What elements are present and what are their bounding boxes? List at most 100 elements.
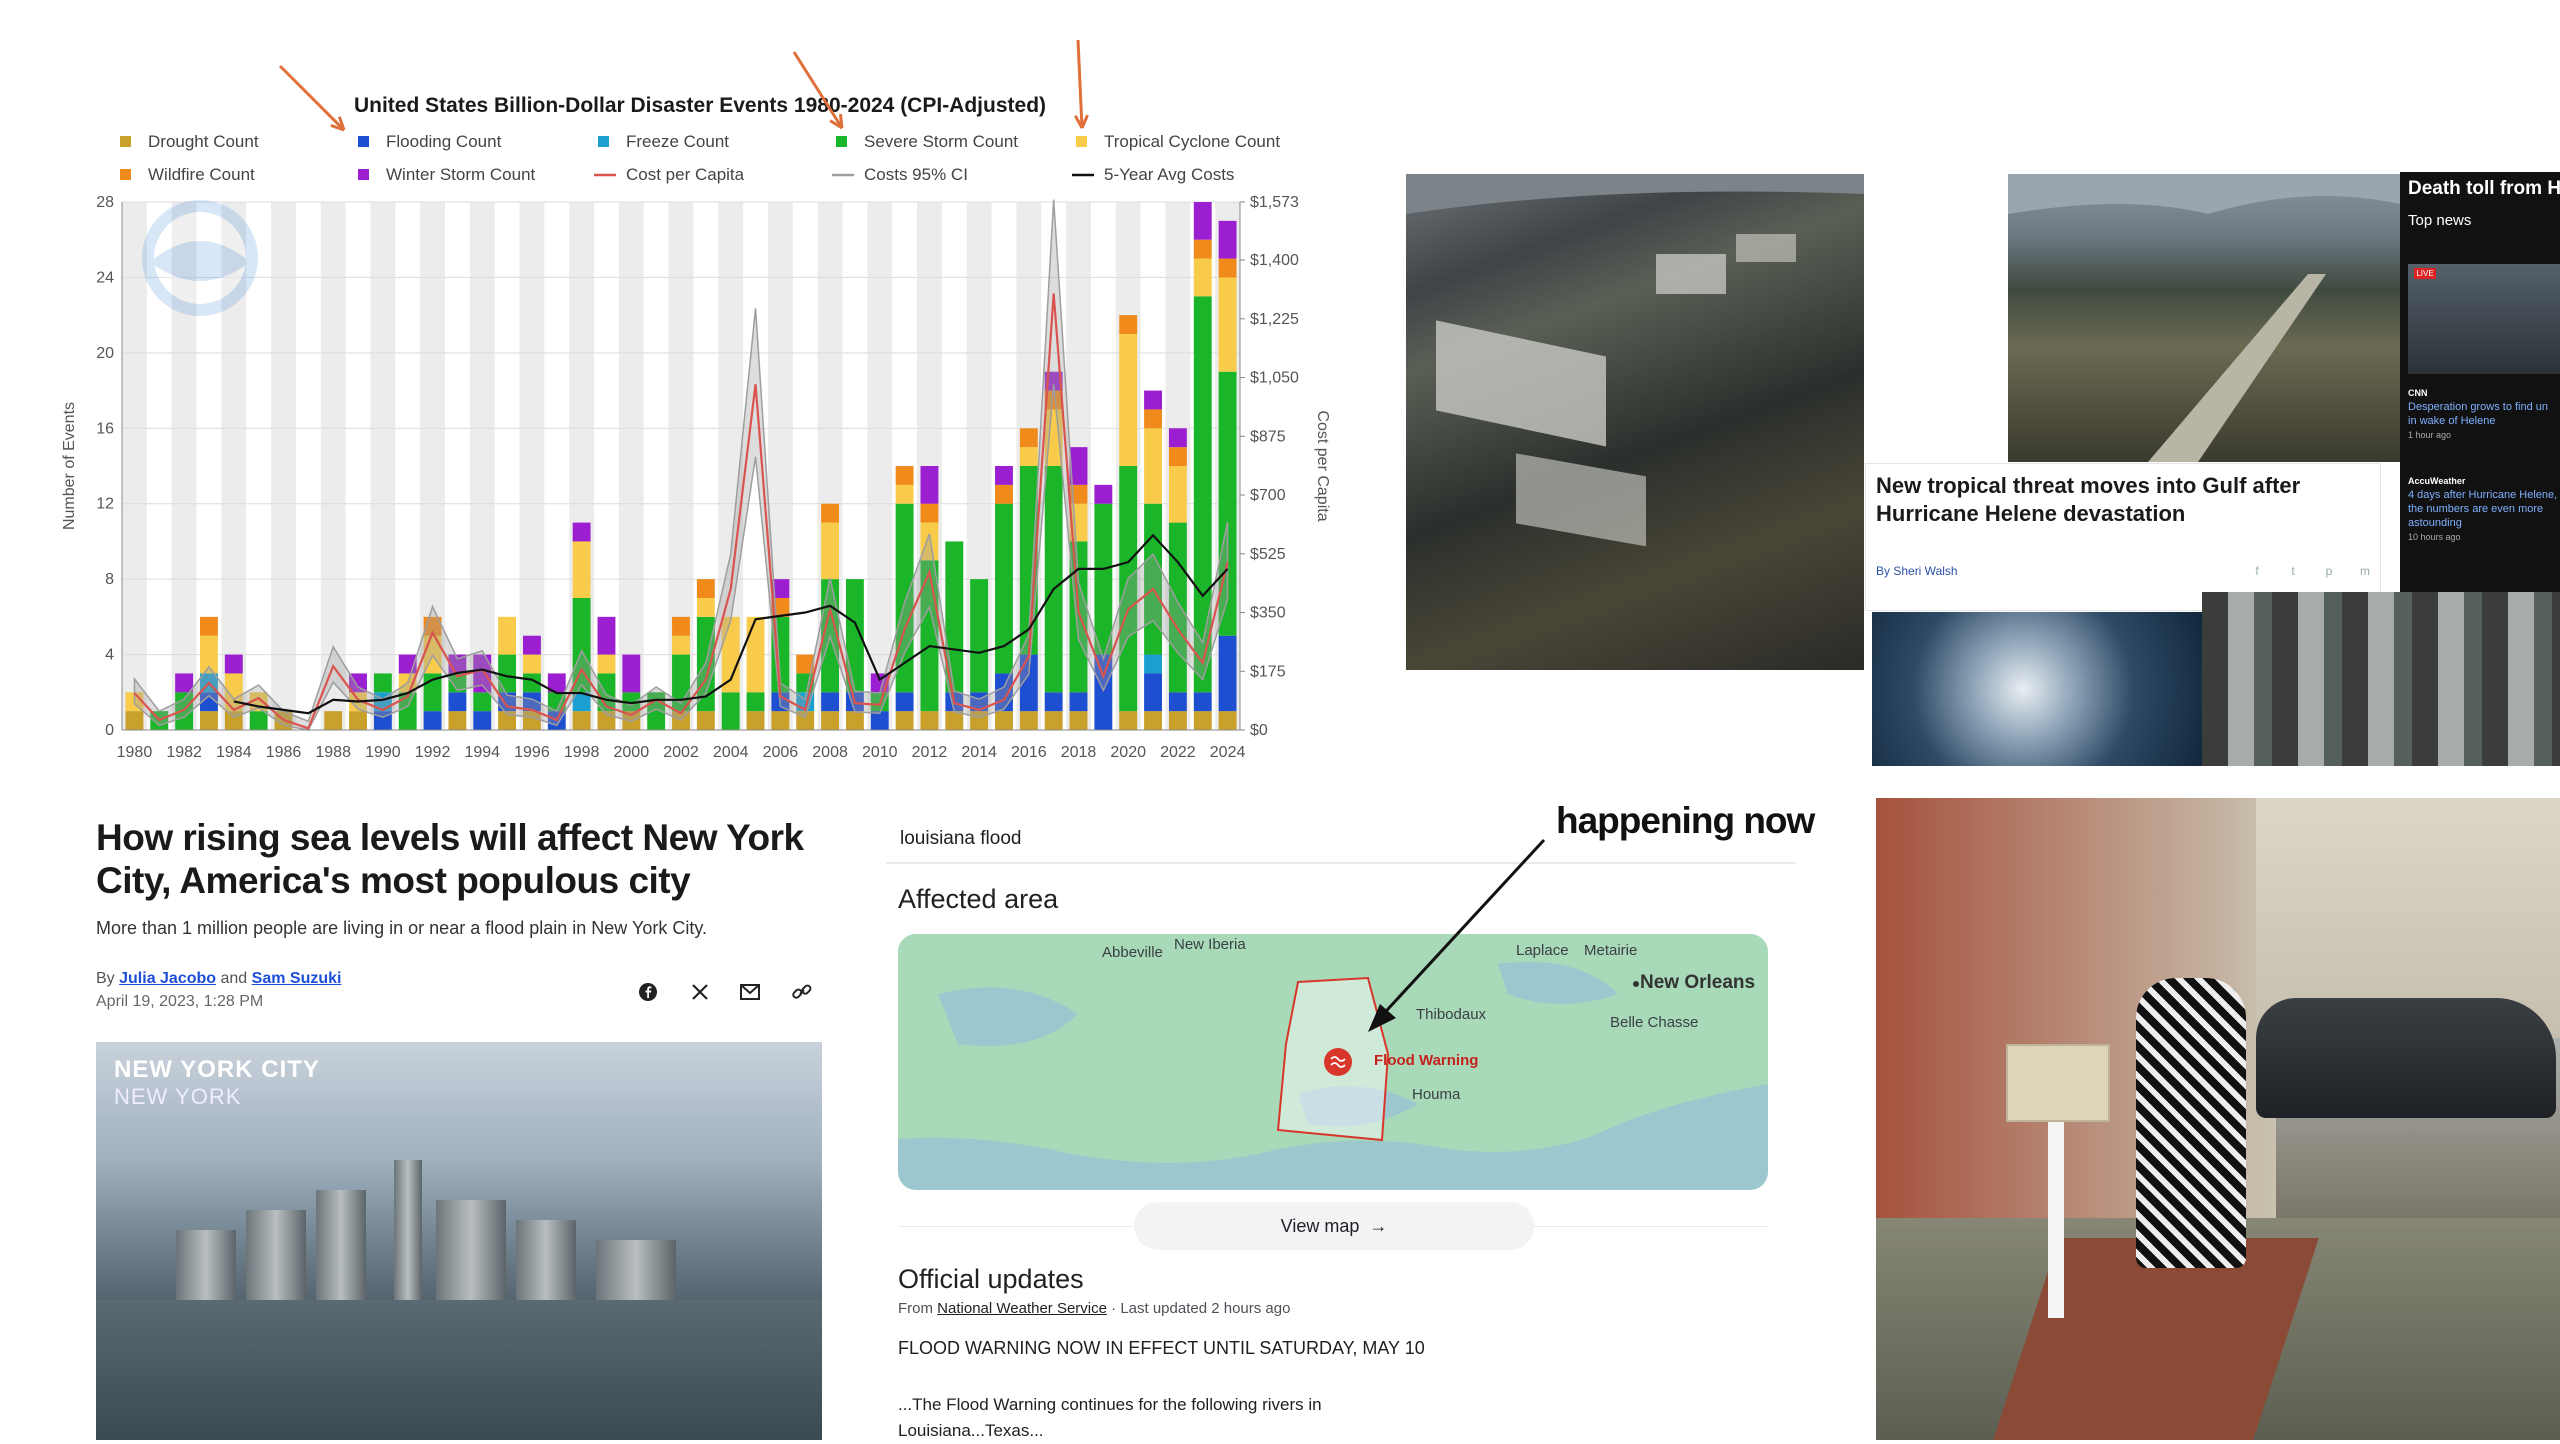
sidebar-item[interactable]: AccuWeather 4 days after Hurricane Helen… <box>2408 474 2558 544</box>
facebook-icon[interactable]: f <box>2246 560 2268 582</box>
facebook-share-icon[interactable] <box>634 978 662 1006</box>
x-tick-label: 1988 <box>315 744 351 761</box>
bar-segment <box>1218 220 1237 259</box>
email-share-icon[interactable] <box>736 978 764 1006</box>
bar-segment <box>995 484 1013 504</box>
video-city-label: NEW YORK CITY <box>114 1056 320 1083</box>
x-share-icon[interactable] <box>686 978 714 1006</box>
bar-segment <box>1144 711 1162 730</box>
sidebar-title[interactable]: Death toll from H <box>2408 178 2560 200</box>
bar-segment <box>895 466 914 485</box>
print-icon[interactable]: p <box>2318 560 2340 582</box>
author-link[interactable]: Julia Jacobo <box>119 970 216 987</box>
x-tick-label: 2002 <box>663 744 699 761</box>
bar-segment <box>1094 484 1113 504</box>
bar-segment <box>870 711 889 730</box>
x-tick-label: 1984 <box>216 744 252 761</box>
bar-segment <box>622 654 641 693</box>
grid-band <box>370 202 396 730</box>
legend-label: Freeze Count <box>626 132 729 151</box>
legend-label: 5-Year Avg Costs <box>1104 165 1234 184</box>
nws-link[interactable]: National Weather Service <box>937 1300 1107 1317</box>
mailbox <box>2006 1044 2110 1122</box>
y-tick-label: 16 <box>96 420 114 437</box>
disaster-chart: United States Billion-Dollar Disaster Ev… <box>61 39 1331 761</box>
sidebar-video-thumbnail[interactable] <box>2408 264 2560 374</box>
y-tick-label: 24 <box>96 269 114 286</box>
x-tick-label: 2014 <box>961 744 997 761</box>
bar-segment <box>1168 711 1187 730</box>
affected-area-map[interactable]: Abbeville New Iberia Laplace Metairie Ne… <box>898 934 1768 1190</box>
bar-segment <box>1069 711 1088 730</box>
disaster-chart-panel: United States Billion-Dollar Disaster Ev… <box>0 0 1360 780</box>
happening-now-annotation: happening now <box>1556 800 1815 841</box>
y2-tick-label: $525 <box>1250 546 1286 563</box>
news-article-card[interactable]: New tropical threat moves into Gulf afte… <box>1866 464 2380 610</box>
hurricane-satellite-photo <box>1872 612 2208 766</box>
bar-segment <box>1193 239 1212 259</box>
nyc-skyline-video[interactable]: NEW YORK CITY NEW YORK <box>96 1042 822 1440</box>
bar-segment <box>349 711 367 730</box>
bar-segment <box>473 711 492 730</box>
link-share-icon[interactable] <box>788 978 816 1006</box>
view-map-button[interactable]: View map → <box>1134 1202 1534 1250</box>
y-tick-label: 0 <box>105 722 114 739</box>
bar-segment <box>895 484 914 504</box>
annotation-arrow <box>278 64 346 132</box>
bar-segment <box>721 692 740 730</box>
bar-segment <box>672 616 690 636</box>
bar-segment <box>1044 692 1063 712</box>
news-byline: By Sheri Walsh <box>1876 564 1958 578</box>
bar-segment <box>249 711 268 730</box>
search-query-text[interactable]: louisiana flood <box>900 828 1021 850</box>
bar-segment <box>1218 635 1237 712</box>
bar-segment <box>373 673 392 693</box>
y2-tick-label: $1,050 <box>1250 370 1299 387</box>
bar-segment <box>522 635 541 655</box>
bar-segment <box>821 692 840 712</box>
map-label: Abbeville <box>1102 944 1163 961</box>
news-headline[interactable]: New tropical threat moves into Gulf afte… <box>1876 472 2346 528</box>
grid-band <box>618 202 644 730</box>
x-tick-label: 2022 <box>1160 744 1196 761</box>
bar-segment <box>995 466 1013 485</box>
article-byline: By Julia Jacobo and Sam Suzuki <box>96 970 342 987</box>
y-tick-label: 8 <box>105 571 114 588</box>
twitter-icon[interactable]: t <box>2282 560 2304 582</box>
bar-segment <box>324 711 343 730</box>
bar-segment <box>821 522 840 580</box>
bar-segment <box>423 711 442 730</box>
sidebar-item[interactable]: CNN Desperation grows to find un in wake… <box>2408 386 2558 442</box>
bar-segment <box>1144 654 1162 674</box>
legend-swatch <box>120 136 131 147</box>
email-icon[interactable]: m <box>2354 560 2376 582</box>
y-tick-label: 12 <box>96 496 114 513</box>
bar-segment <box>572 541 591 598</box>
y2-tick-label: $0 <box>1250 722 1268 739</box>
bar-segment <box>1168 428 1187 448</box>
author-link[interactable]: Sam Suzuki <box>252 970 342 987</box>
news-collage: New tropical threat moves into Gulf afte… <box>1406 172 2560 766</box>
bar-segment <box>1119 315 1138 334</box>
bar-segment <box>920 466 939 504</box>
x-tick-label: 2006 <box>763 744 799 761</box>
legend-swatch <box>836 136 847 147</box>
x-tick-label: 2004 <box>713 744 749 761</box>
y2-tick-label: $875 <box>1250 428 1286 445</box>
x-tick-label: 2018 <box>1061 744 1097 761</box>
x-tick-label: 2010 <box>862 744 898 761</box>
y2-tick-label: $1,573 <box>1250 194 1299 211</box>
news-share-row: f t p m <box>2246 560 2376 582</box>
legend-label: Flooding Count <box>386 132 502 151</box>
map-label: Metairie <box>1584 942 1638 959</box>
bar-segment <box>1193 202 1212 240</box>
hurricane-aerial-photo <box>1406 174 1864 670</box>
bar-segment <box>597 616 616 655</box>
y-tick-label: 20 <box>96 345 114 362</box>
bar-segment <box>200 616 218 636</box>
x-tick-label: 2024 <box>1210 744 1246 761</box>
bar-segment <box>821 711 840 730</box>
x-tick-label: 1990 <box>365 744 401 761</box>
noaa-logo-watermark <box>142 200 258 316</box>
x-tick-label: 1980 <box>117 744 153 761</box>
